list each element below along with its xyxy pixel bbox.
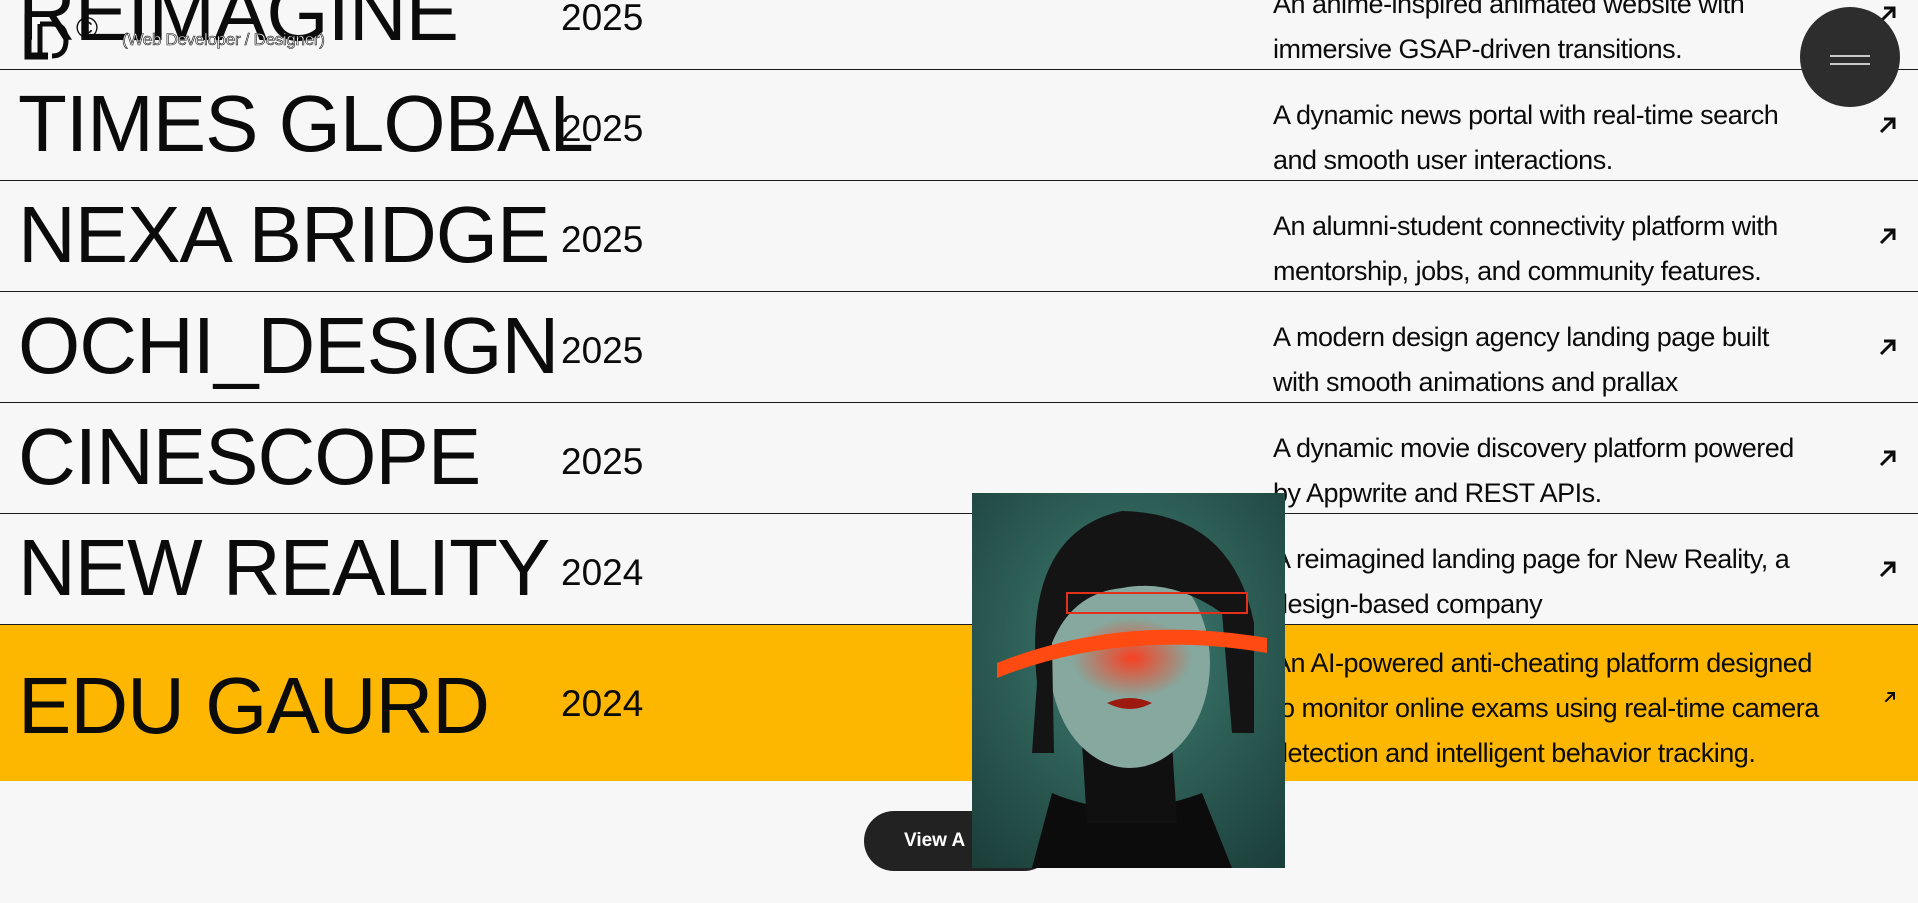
project-row-times-global[interactable]: TIMES GLOBAL 2025 A dynamic news portal … [0,70,1918,181]
description-line: design-based company [1273,589,1543,619]
arrow-up-right-icon[interactable] [1876,335,1900,359]
menu-button[interactable] [1800,7,1900,107]
description-line: detection and intelligent behavior track… [1273,738,1756,768]
project-year: 2025 [561,108,644,149]
hamburger-icon [1830,55,1870,57]
project-title: TIMES GLOBAL [18,79,594,168]
project-description: An anime-inspired animated website with … [1273,0,1863,72]
description-line: An anime-inspired animated website with [1273,0,1745,19]
tagline: (Web Developer / Designer) [122,30,325,50]
description-line: A dynamic news portal with real-time sea… [1273,100,1779,130]
arrow-up-right-icon[interactable] [1876,224,1900,248]
project-year: 2025 [561,330,644,371]
project-year: 2025 [561,219,644,260]
project-year: 2025 [561,0,644,38]
project-description: A modern design agency landing page buil… [1273,315,1863,405]
project-description: A dynamic movie discovery platform power… [1273,426,1863,516]
description-line: by Appwrite and REST APIs. [1273,478,1602,508]
description-line: A modern design agency landing page buil… [1273,322,1769,352]
project-preview-image [972,493,1285,868]
project-title: NEW REALITY [18,523,550,612]
project-title: NEXA BRIDGE [18,190,550,279]
project-title: CINESCOPE [18,412,481,501]
project-description: A dynamic news portal with real-time sea… [1273,93,1863,183]
project-row-ochi-design[interactable]: OCHI_DESIGN 2025 A modern design agency … [0,292,1918,403]
arrow-up-right-icon[interactable] [1882,689,1898,705]
project-description: An alumni-student connectivity platform … [1273,204,1863,294]
description-line: immersive GSAP-driven transitions. [1273,34,1683,64]
project-title: EDU GAURD [18,661,490,750]
description-line: to monitor online exams using real-time … [1273,693,1819,723]
description-line: An alumni-student connectivity platform … [1273,211,1778,241]
description-line: A dynamic movie discovery platform power… [1273,433,1794,463]
project-description: A reimagined landing page for New Realit… [1273,537,1863,627]
arrow-up-right-icon[interactable] [1876,113,1900,137]
arrow-up-right-icon[interactable] [1876,557,1900,581]
project-year: 2025 [561,441,644,482]
description-line: with smooth animations and prallax [1273,367,1678,397]
project-year: 2024 [561,552,644,593]
project-row-edu-gaurd[interactable]: EDU GAURD 2024 An AI-powered anti-cheati… [0,625,1918,781]
hamburger-icon [1830,63,1870,65]
project-list: REIMAGINE 2025 An anime-inspired animate… [0,0,1918,781]
project-row-nexa-bridge[interactable]: NEXA BRIDGE 2025 An alumni-student conne… [0,181,1918,292]
project-row-cinescope[interactable]: CINESCOPE 2025 A dynamic movie discovery… [0,403,1918,514]
description-line: A reimagined landing page for New Realit… [1273,544,1790,574]
project-year: 2024 [561,683,644,724]
copyright-symbol: © [76,12,99,45]
description-line: An AI-powered anti-cheating platform des… [1273,648,1812,678]
description-line: mentorship, jobs, and community features… [1273,256,1762,286]
project-row-new-reality[interactable]: NEW REALITY 2024 A reimagined landing pa… [0,514,1918,625]
description-line: and smooth user interactions. [1273,145,1613,175]
project-description: An AI-powered anti-cheating platform des… [1273,641,1893,776]
arrow-up-right-icon[interactable] [1876,446,1900,470]
logo-icon[interactable] [22,10,78,60]
project-title: OCHI_DESIGN [18,301,559,390]
